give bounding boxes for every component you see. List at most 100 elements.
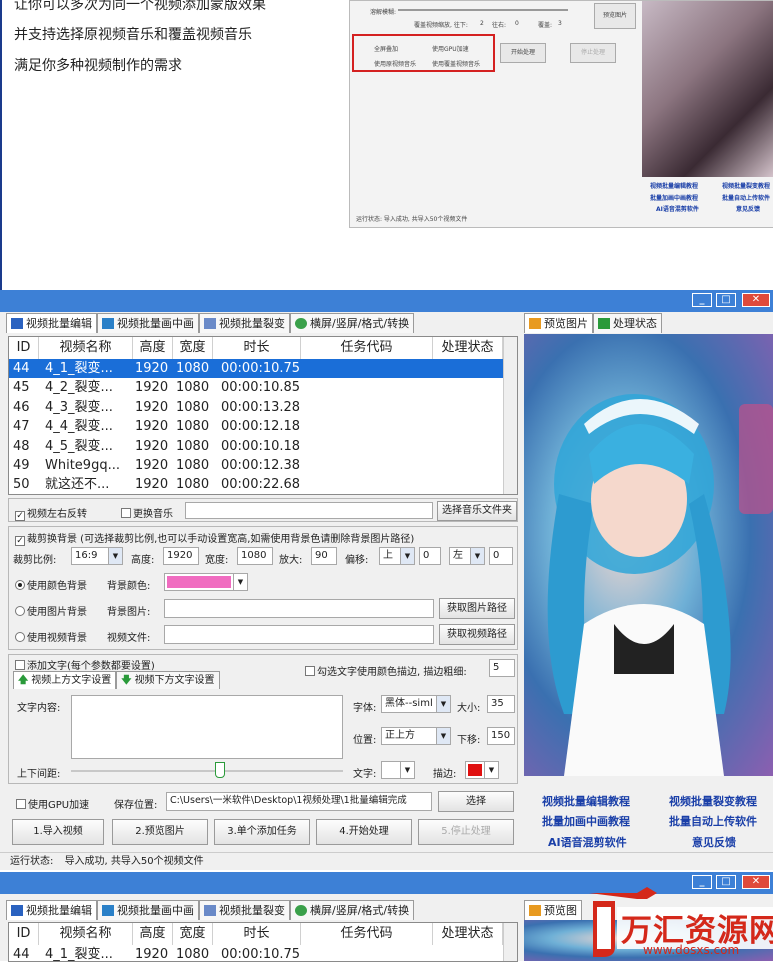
mini-stop-button[interactable]: 停止处理: [570, 43, 616, 63]
spacing-slider-thumb[interactable]: [215, 762, 225, 778]
table-row[interactable]: 44 4_1_裂变... 1920 1080 00:00:10.75: [9, 359, 504, 378]
offset-dir1-select[interactable]: 上 ▼: [379, 547, 415, 565]
col-status[interactable]: 处理状态: [433, 923, 503, 945]
flip-checkbox[interactable]: ✓ 视频左右反转: [15, 505, 87, 521]
link-edit-tutorial[interactable]: 视频批量编辑教程: [542, 793, 630, 809]
bg-color-picker[interactable]: ▼: [164, 573, 248, 591]
tab-top-text[interactable]: 🡅 视频上方文字设置: [13, 671, 117, 689]
save-path-field[interactable]: C:\Users\一米软件\Desktop\1视频处理\1批量编辑完成: [166, 792, 432, 811]
bg-color-radio[interactable]: 使用颜色背景: [15, 577, 87, 592]
link-pip-tutorial[interactable]: 批量加画中画教程: [542, 813, 630, 829]
bg-video-path[interactable]: [164, 625, 434, 644]
font-select[interactable]: 黑体--siml ▼: [381, 695, 451, 713]
mini-opt4[interactable]: 使用覆盖视频音乐: [432, 59, 480, 68]
col-height[interactable]: 高度: [133, 337, 173, 359]
pos-select[interactable]: 正上方 ▼: [381, 727, 451, 745]
link-upload-software[interactable]: 批量自动上传软件: [669, 813, 757, 829]
tab-preview[interactable]: 预览图片: [524, 313, 593, 333]
tab-convert-2[interactable]: 横屏/竖屏/格式/转换: [290, 900, 415, 920]
tab-fission-2[interactable]: 视频批量裂变: [199, 900, 290, 920]
tab-batch-edit-2[interactable]: 视频批量编辑: [6, 900, 97, 920]
link-ai-voice[interactable]: AI语音混剪软件: [548, 834, 627, 850]
import-video-button[interactable]: 1.导入视频: [12, 819, 104, 845]
tab-status[interactable]: 处理状态: [593, 313, 662, 333]
mini-opt3[interactable]: 使用原视频音乐: [374, 59, 416, 68]
stroke-color-picker[interactable]: ▼: [465, 761, 499, 779]
stop-process-button[interactable]: 5.停止处理: [418, 819, 514, 845]
music-path-field[interactable]: [185, 502, 433, 519]
minimize-button[interactable]: _: [692, 293, 712, 307]
spacing-slider[interactable]: [71, 770, 343, 772]
col-name[interactable]: 视频名称: [39, 923, 133, 945]
tab-pip-2[interactable]: 视频批量画中画: [97, 900, 199, 920]
tab-bottom-text[interactable]: 🡇 视频下方文字设置: [116, 671, 220, 689]
tab-fission[interactable]: 视频批量裂变: [199, 313, 290, 333]
col-width[interactable]: 宽度: [173, 337, 213, 359]
mini-start-button[interactable]: 开始处理: [500, 43, 546, 63]
col-task[interactable]: 任务代码: [301, 923, 433, 945]
tab-preview-2[interactable]: 预览图: [524, 900, 582, 920]
size-input[interactable]: 35: [487, 695, 515, 713]
mini-opt1[interactable]: 全屏叠加: [374, 44, 398, 53]
choose-folder-button[interactable]: 选择: [438, 791, 514, 812]
stroke-width-input[interactable]: 5: [489, 659, 515, 677]
text-color-picker[interactable]: ▼: [381, 761, 415, 779]
text-checkbox[interactable]: 添加文字(每个参数都要设置): [15, 657, 155, 672]
link-feedback[interactable]: 意见反馈: [692, 834, 736, 850]
zoom-input[interactable]: 90: [311, 547, 337, 565]
col-duration[interactable]: 时长: [213, 923, 301, 945]
col-status[interactable]: 处理状态: [433, 337, 503, 359]
start-process-button[interactable]: 4.开始处理: [316, 819, 412, 845]
bg-image-radio[interactable]: 使用图片背景: [15, 603, 87, 618]
col-id[interactable]: ID: [9, 923, 39, 945]
mini-link-4[interactable]: 批量自动上传软件: [722, 193, 770, 202]
offset-v2-input[interactable]: 0: [489, 547, 513, 565]
mini-opt2[interactable]: 使用GPU加速: [432, 44, 469, 53]
mini-link-3[interactable]: 批量加画中画教程: [650, 193, 698, 202]
col-width[interactable]: 宽度: [173, 923, 213, 945]
add-task-button[interactable]: 3.单个添加任务: [214, 819, 310, 845]
col-height[interactable]: 高度: [133, 923, 173, 945]
bg-image-path[interactable]: [164, 599, 434, 618]
mini-link-5[interactable]: AI语音混剪软件: [656, 204, 699, 213]
col-task[interactable]: 任务代码: [301, 337, 433, 359]
bg-image-button[interactable]: 获取图片路径: [439, 598, 515, 619]
col-id[interactable]: ID: [9, 337, 39, 359]
tab-batch-edit[interactable]: 视频批量编辑: [6, 313, 97, 333]
bg-video-radio[interactable]: 使用视频背景: [15, 629, 87, 644]
preview-image-button[interactable]: 2.预览图片: [112, 819, 208, 845]
gpu-checkbox[interactable]: 使用GPU加速: [16, 796, 89, 811]
text-content-area[interactable]: [71, 695, 343, 759]
width-input[interactable]: 1080: [237, 547, 273, 565]
crop-checkbox[interactable]: ✓ 裁剪换背景 (可选择裁剪比例,也可以手动设置宽高,如需使用背景色请删除背景图片…: [15, 530, 414, 546]
offset-dir2-select[interactable]: 左 ▼: [449, 547, 485, 565]
mini-link-6[interactable]: 意见反馈: [736, 204, 760, 213]
bg-video-button[interactable]: 获取视频路径: [439, 624, 515, 645]
mini-link-1[interactable]: 视频批量编辑教程: [650, 181, 698, 190]
down-input[interactable]: 150: [487, 727, 515, 745]
table-row[interactable]: 45 4_2_裂变... 1920 1080 00:00:10.85: [9, 378, 504, 397]
table-scrollbar[interactable]: [503, 337, 517, 494]
table-row[interactable]: 46 4_3_裂变... 1920 1080 00:00:13.28: [9, 398, 504, 417]
maximize-button[interactable]: □: [716, 293, 736, 307]
table-scrollbar[interactable]: [503, 923, 517, 961]
link-fission-tutorial[interactable]: 视频批量裂变教程: [669, 793, 757, 809]
col-name[interactable]: 视频名称: [39, 337, 133, 359]
table-row[interactable]: 49 White9gq... 1920 1080 00:00:12.38: [9, 456, 504, 475]
music-folder-button[interactable]: 选择音乐文件夹: [437, 501, 517, 521]
col-duration[interactable]: 时长: [213, 337, 301, 359]
table-row[interactable]: 48 4_5_裂变... 1920 1080 00:00:10.18: [9, 437, 504, 456]
mini-preview-button[interactable]: 预览图片: [594, 3, 636, 29]
ratio-select[interactable]: 16:9 ▼: [71, 547, 123, 565]
offset-v1-input[interactable]: 0: [419, 547, 441, 565]
stroke-checkbox[interactable]: 勾选文字使用颜色描边, 描边粗细:: [305, 663, 467, 678]
close-button[interactable]: ✕: [742, 293, 770, 307]
table-row[interactable]: 47 4_4_裂变... 1920 1080 00:00:12.18: [9, 417, 504, 436]
mini-link-2[interactable]: 视频批量裂变教程: [722, 181, 770, 190]
height-input[interactable]: 1920: [163, 547, 199, 565]
music-checkbox[interactable]: 更换音乐: [121, 505, 173, 520]
table-row[interactable]: 50 就这还不... 1920 1080 00:00:22.68: [9, 475, 504, 494]
table-row[interactable]: 44 4_1_裂变... 1920 1080 00:00:10.75: [9, 945, 504, 964]
tab-pip[interactable]: 视频批量画中画: [97, 313, 199, 333]
tab-convert[interactable]: 横屏/竖屏/格式/转换: [290, 313, 415, 333]
